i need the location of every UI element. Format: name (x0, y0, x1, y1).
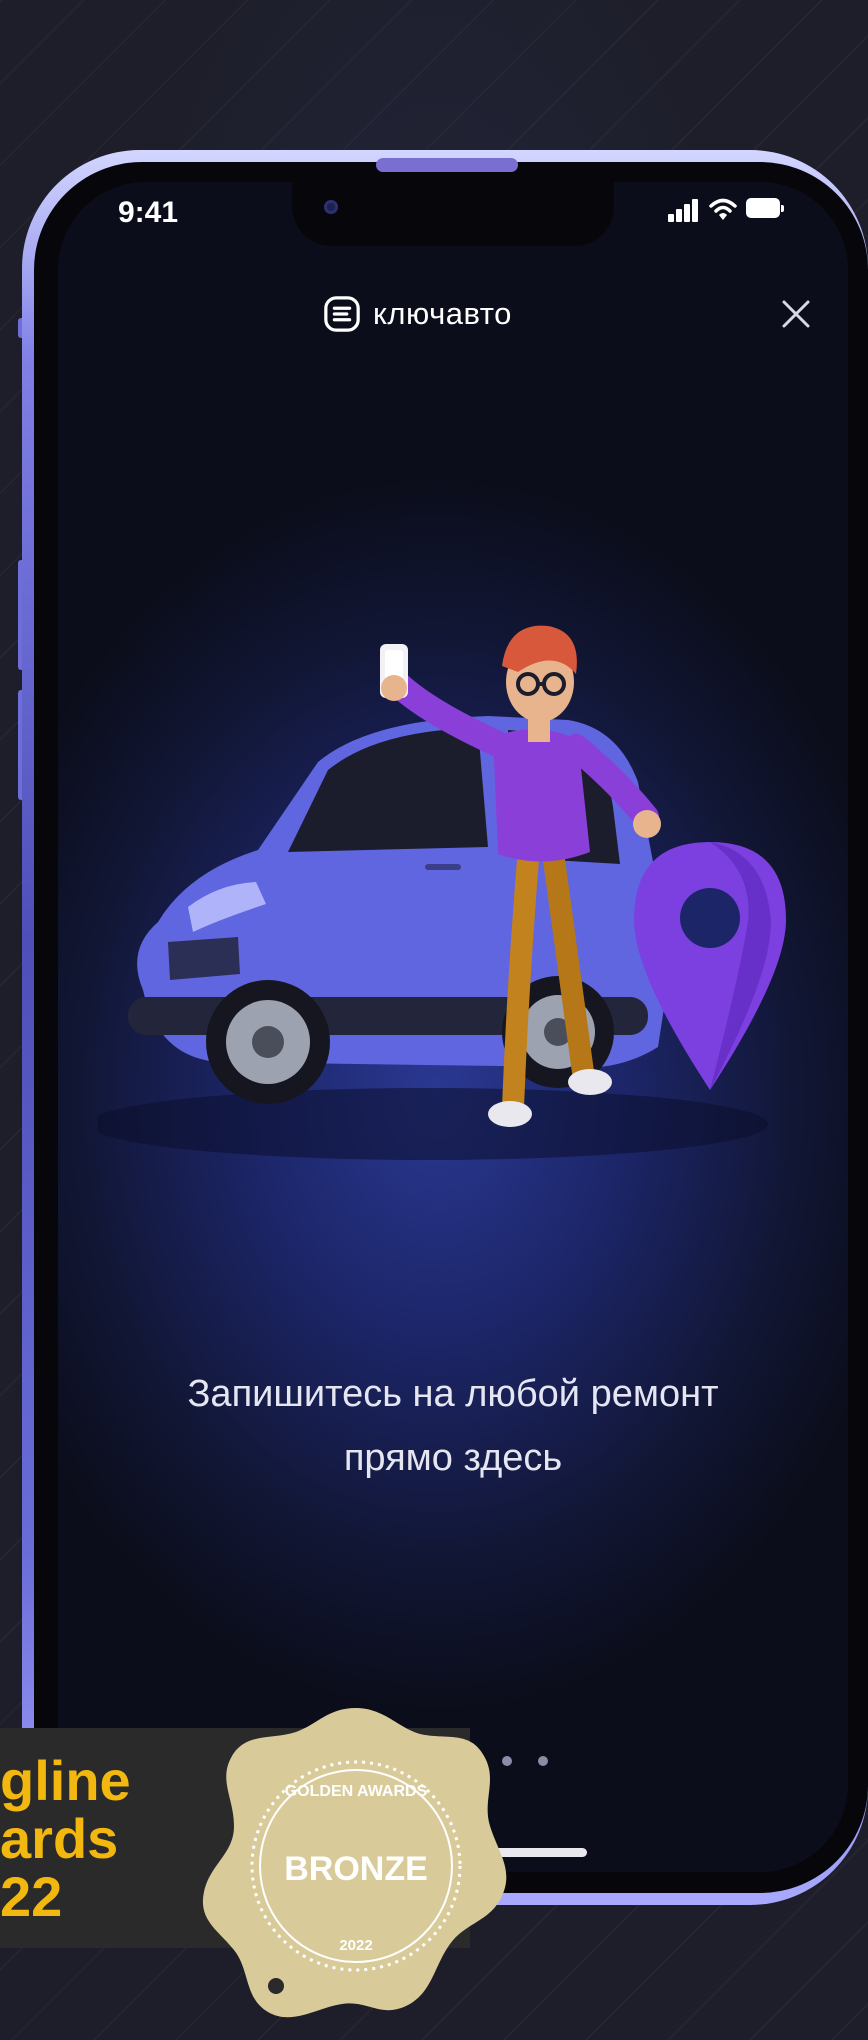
badge-top-text: GOLDEN AWARDS (285, 1783, 428, 1800)
location-pin-icon (634, 842, 786, 1090)
front-camera (324, 200, 338, 214)
brand-name: ключавто (373, 296, 512, 331)
award-title-line-1: gline (0, 1749, 131, 1812)
award-badge: GOLDEN AWARDS BRONZE 2022 (202, 1708, 507, 2018)
page-dot[interactable] (538, 1756, 548, 1766)
caption-line-1: Запишитесь на любой ремонт (187, 1373, 719, 1415)
wifi-icon (709, 198, 737, 220)
phone-screen: 9:41 ключавто Запишитесь на любой ремонт… (58, 182, 848, 1872)
brand-logo: ключавто (323, 292, 512, 336)
brand-logo-icon (324, 296, 360, 332)
onboarding-illustration (98, 625, 786, 1160)
award-title-line-2: ards (0, 1807, 119, 1870)
notch (292, 182, 614, 246)
badge-label: BRONZE (284, 1850, 428, 1888)
close-icon[interactable] (774, 292, 818, 336)
onboarding-caption: Запишитесь на любой ремонт прямо здесь (98, 1362, 808, 1490)
badge-year: 2022 (339, 1937, 372, 1954)
status-time: 9:41 (118, 196, 179, 229)
signal-icon (668, 198, 700, 222)
battery-icon (746, 198, 784, 220)
award-title: gline ards 22 (0, 1752, 131, 1926)
caption-line-2: прямо здесь (343, 1437, 563, 1479)
phone-top-speaker (376, 158, 518, 172)
award-title-line-3: 22 (0, 1865, 63, 1928)
